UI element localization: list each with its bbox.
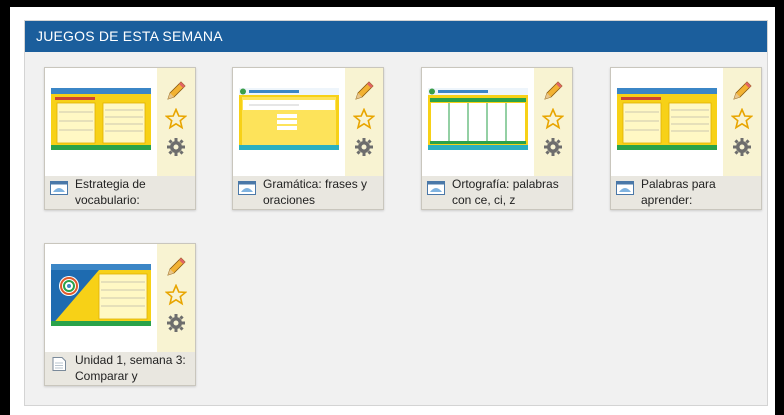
card-actions	[345, 68, 383, 176]
gear-icon[interactable]	[731, 136, 753, 158]
game-card[interactable]: Ortografía: palabras con ce, ci, z	[421, 67, 573, 210]
panel-title: JUEGOS DE ESTA SEMANA	[36, 28, 223, 44]
card-footer: Estrategia de vocabulario:	[45, 176, 195, 209]
game-card[interactable]: Palabras para aprender:	[610, 67, 762, 210]
gear-icon[interactable]	[353, 136, 375, 158]
game-thumbnail[interactable]	[422, 68, 534, 176]
game-window-icon	[427, 181, 445, 195]
card-title[interactable]: Estrategia de vocabulario:	[75, 176, 193, 209]
thumbnail-screen	[51, 264, 151, 326]
card-actions	[723, 68, 761, 176]
game-thumbnail[interactable]	[233, 68, 345, 176]
thumbnail-screen	[239, 88, 339, 150]
game-card[interactable]: Gramática: frases y oraciones	[232, 67, 384, 210]
card-footer: Ortografía: palabras con ce, ci, z	[422, 176, 572, 209]
game-window-icon	[238, 181, 256, 195]
pencil-icon[interactable]	[731, 80, 753, 102]
card-footer: Unidad 1, semana 3: Comparar y	[45, 352, 195, 385]
gear-icon[interactable]	[165, 136, 187, 158]
card-actions	[534, 68, 572, 176]
game-thumbnail[interactable]	[45, 244, 157, 352]
thumbnail-screen	[51, 88, 151, 150]
screen-frame-right	[775, 0, 784, 415]
screen-frame-left	[0, 0, 10, 415]
star-icon[interactable]	[353, 108, 375, 130]
gear-icon[interactable]	[165, 312, 187, 334]
star-icon[interactable]	[731, 108, 753, 130]
thumbnail-screen	[617, 88, 717, 150]
star-icon[interactable]	[542, 108, 564, 130]
card-actions	[157, 244, 195, 352]
game-card[interactable]: Unidad 1, semana 3: Comparar y	[44, 243, 196, 386]
card-title[interactable]: Ortografía: palabras con ce, ci, z	[452, 176, 570, 209]
card-footer: Gramática: frases y oraciones	[233, 176, 383, 209]
card-title[interactable]: Palabras para aprender:	[641, 176, 759, 209]
star-icon[interactable]	[165, 108, 187, 130]
thumbnail-screen	[428, 88, 528, 150]
card-footer: Palabras para aprender:	[611, 176, 761, 209]
screen-frame-top	[0, 0, 784, 7]
games-panel: JUEGOS DE ESTA SEMANA Estrategia de voca…	[24, 20, 768, 406]
game-card[interactable]: Estrategia de vocabulario:	[44, 67, 196, 210]
card-title[interactable]: Gramática: frases y oraciones	[263, 176, 381, 209]
card-actions	[157, 68, 195, 176]
card-title[interactable]: Unidad 1, semana 3: Comparar y	[75, 352, 193, 385]
document-icon	[52, 357, 66, 371]
pencil-icon[interactable]	[165, 80, 187, 102]
star-icon[interactable]	[165, 284, 187, 306]
panel-header: JUEGOS DE ESTA SEMANA	[25, 21, 767, 52]
game-window-icon	[616, 181, 634, 195]
game-window-icon	[50, 181, 68, 195]
pencil-icon[interactable]	[353, 80, 375, 102]
game-thumbnail[interactable]	[45, 68, 157, 176]
pencil-icon[interactable]	[542, 80, 564, 102]
pencil-icon[interactable]	[165, 256, 187, 278]
game-thumbnail[interactable]	[611, 68, 723, 176]
gear-icon[interactable]	[542, 136, 564, 158]
